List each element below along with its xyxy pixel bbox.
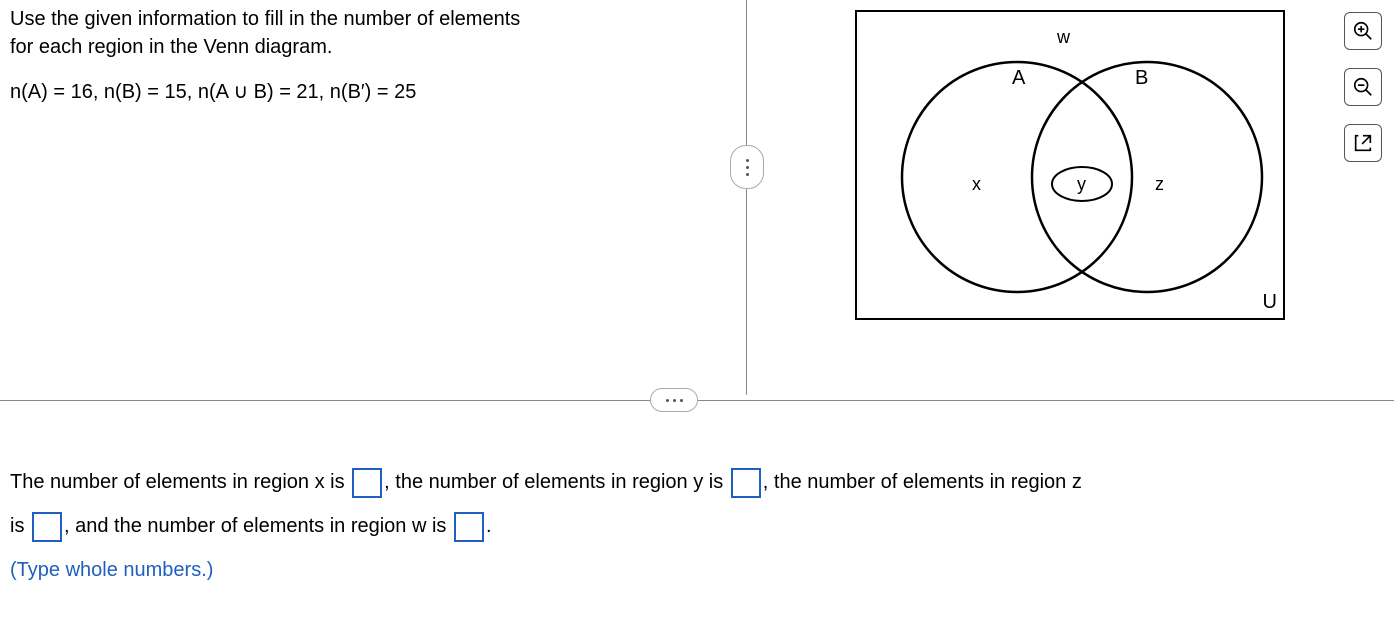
input-w[interactable] bbox=[454, 512, 484, 542]
answer-text-1: The number of elements in region x is bbox=[10, 471, 350, 493]
vertical-resize-handle[interactable] bbox=[730, 145, 764, 189]
label-a: A bbox=[1012, 67, 1025, 90]
question-line1: Use the given information to fill in the… bbox=[10, 8, 520, 30]
answer-text-3: , the number of elements in region z bbox=[763, 471, 1082, 493]
answer-text-6: . bbox=[486, 515, 492, 537]
answer-text-4: is bbox=[10, 515, 30, 537]
zoom-out-icon bbox=[1352, 76, 1374, 98]
horizontal-resize-handle[interactable] bbox=[650, 388, 698, 412]
venn-diagram: w A B x y z U bbox=[855, 10, 1295, 330]
zoom-out-button[interactable] bbox=[1344, 68, 1382, 106]
popout-button[interactable] bbox=[1344, 124, 1382, 162]
answer-text-2: , the number of elements in region y is bbox=[384, 471, 729, 493]
popout-icon bbox=[1352, 132, 1374, 154]
input-z[interactable] bbox=[32, 512, 62, 542]
vertical-divider bbox=[746, 0, 747, 395]
zoom-in-icon bbox=[1352, 20, 1374, 42]
question-prompt: Use the given information to fill in the… bbox=[10, 5, 700, 61]
label-w: w bbox=[1057, 27, 1070, 48]
input-x[interactable] bbox=[352, 468, 382, 498]
label-b: B bbox=[1135, 67, 1148, 90]
input-y[interactable] bbox=[731, 468, 761, 498]
label-x: x bbox=[972, 174, 981, 195]
answer-section: The number of elements in region x is , … bbox=[10, 460, 1385, 592]
answer-hint: (Type whole numbers.) bbox=[10, 559, 213, 581]
label-u: U bbox=[1263, 291, 1277, 314]
given-formula: n(A) = 16, n(B) = 15, n(A ∪ B) = 21, n(B… bbox=[10, 79, 700, 104]
label-y: y bbox=[1077, 174, 1086, 195]
question-line2: for each region in the Venn diagram. bbox=[10, 36, 332, 58]
label-z: z bbox=[1155, 174, 1164, 195]
zoom-in-button[interactable] bbox=[1344, 12, 1382, 50]
answer-text-5: , and the number of elements in region w… bbox=[64, 515, 452, 537]
